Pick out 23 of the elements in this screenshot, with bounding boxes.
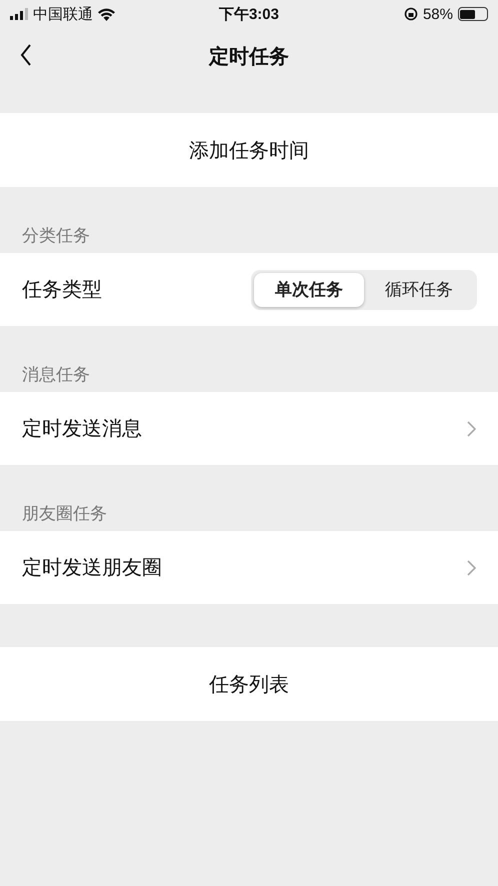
- wifi-icon: [98, 8, 115, 20]
- row-label: 定时发送消息: [22, 417, 142, 442]
- section-title: 分类任务: [22, 225, 90, 247]
- clock-time: 下午3:03: [218, 4, 279, 24]
- list-row[interactable]: 定时发送朋友圈: [0, 531, 498, 604]
- chevron-right-icon: [467, 420, 476, 436]
- row-label: 任务类型: [22, 278, 102, 303]
- section-title: 朋友圈任务: [22, 503, 107, 525]
- list-row[interactable]: 定时发送消息: [0, 392, 498, 465]
- battery-percent: 58%: [422, 6, 453, 22]
- battery-icon: [458, 7, 488, 21]
- segment-option[interactable]: 单次任务: [254, 272, 364, 306]
- segment-option[interactable]: 循环任务: [364, 272, 474, 306]
- back-icon[interactable]: [20, 44, 32, 66]
- section-title: 消息任务: [22, 364, 90, 386]
- row-label: 定时发送朋友圈: [22, 556, 162, 581]
- chevron-right-icon: [467, 560, 476, 576]
- signal-icon: [10, 8, 28, 20]
- page-title: 定时任务: [209, 44, 289, 70]
- rotation-lock-icon: [404, 7, 418, 21]
- action-button[interactable]: 任务列表: [0, 647, 498, 721]
- action-button[interactable]: 添加任务时间: [0, 113, 498, 187]
- carrier-name: 中国联通: [33, 4, 93, 24]
